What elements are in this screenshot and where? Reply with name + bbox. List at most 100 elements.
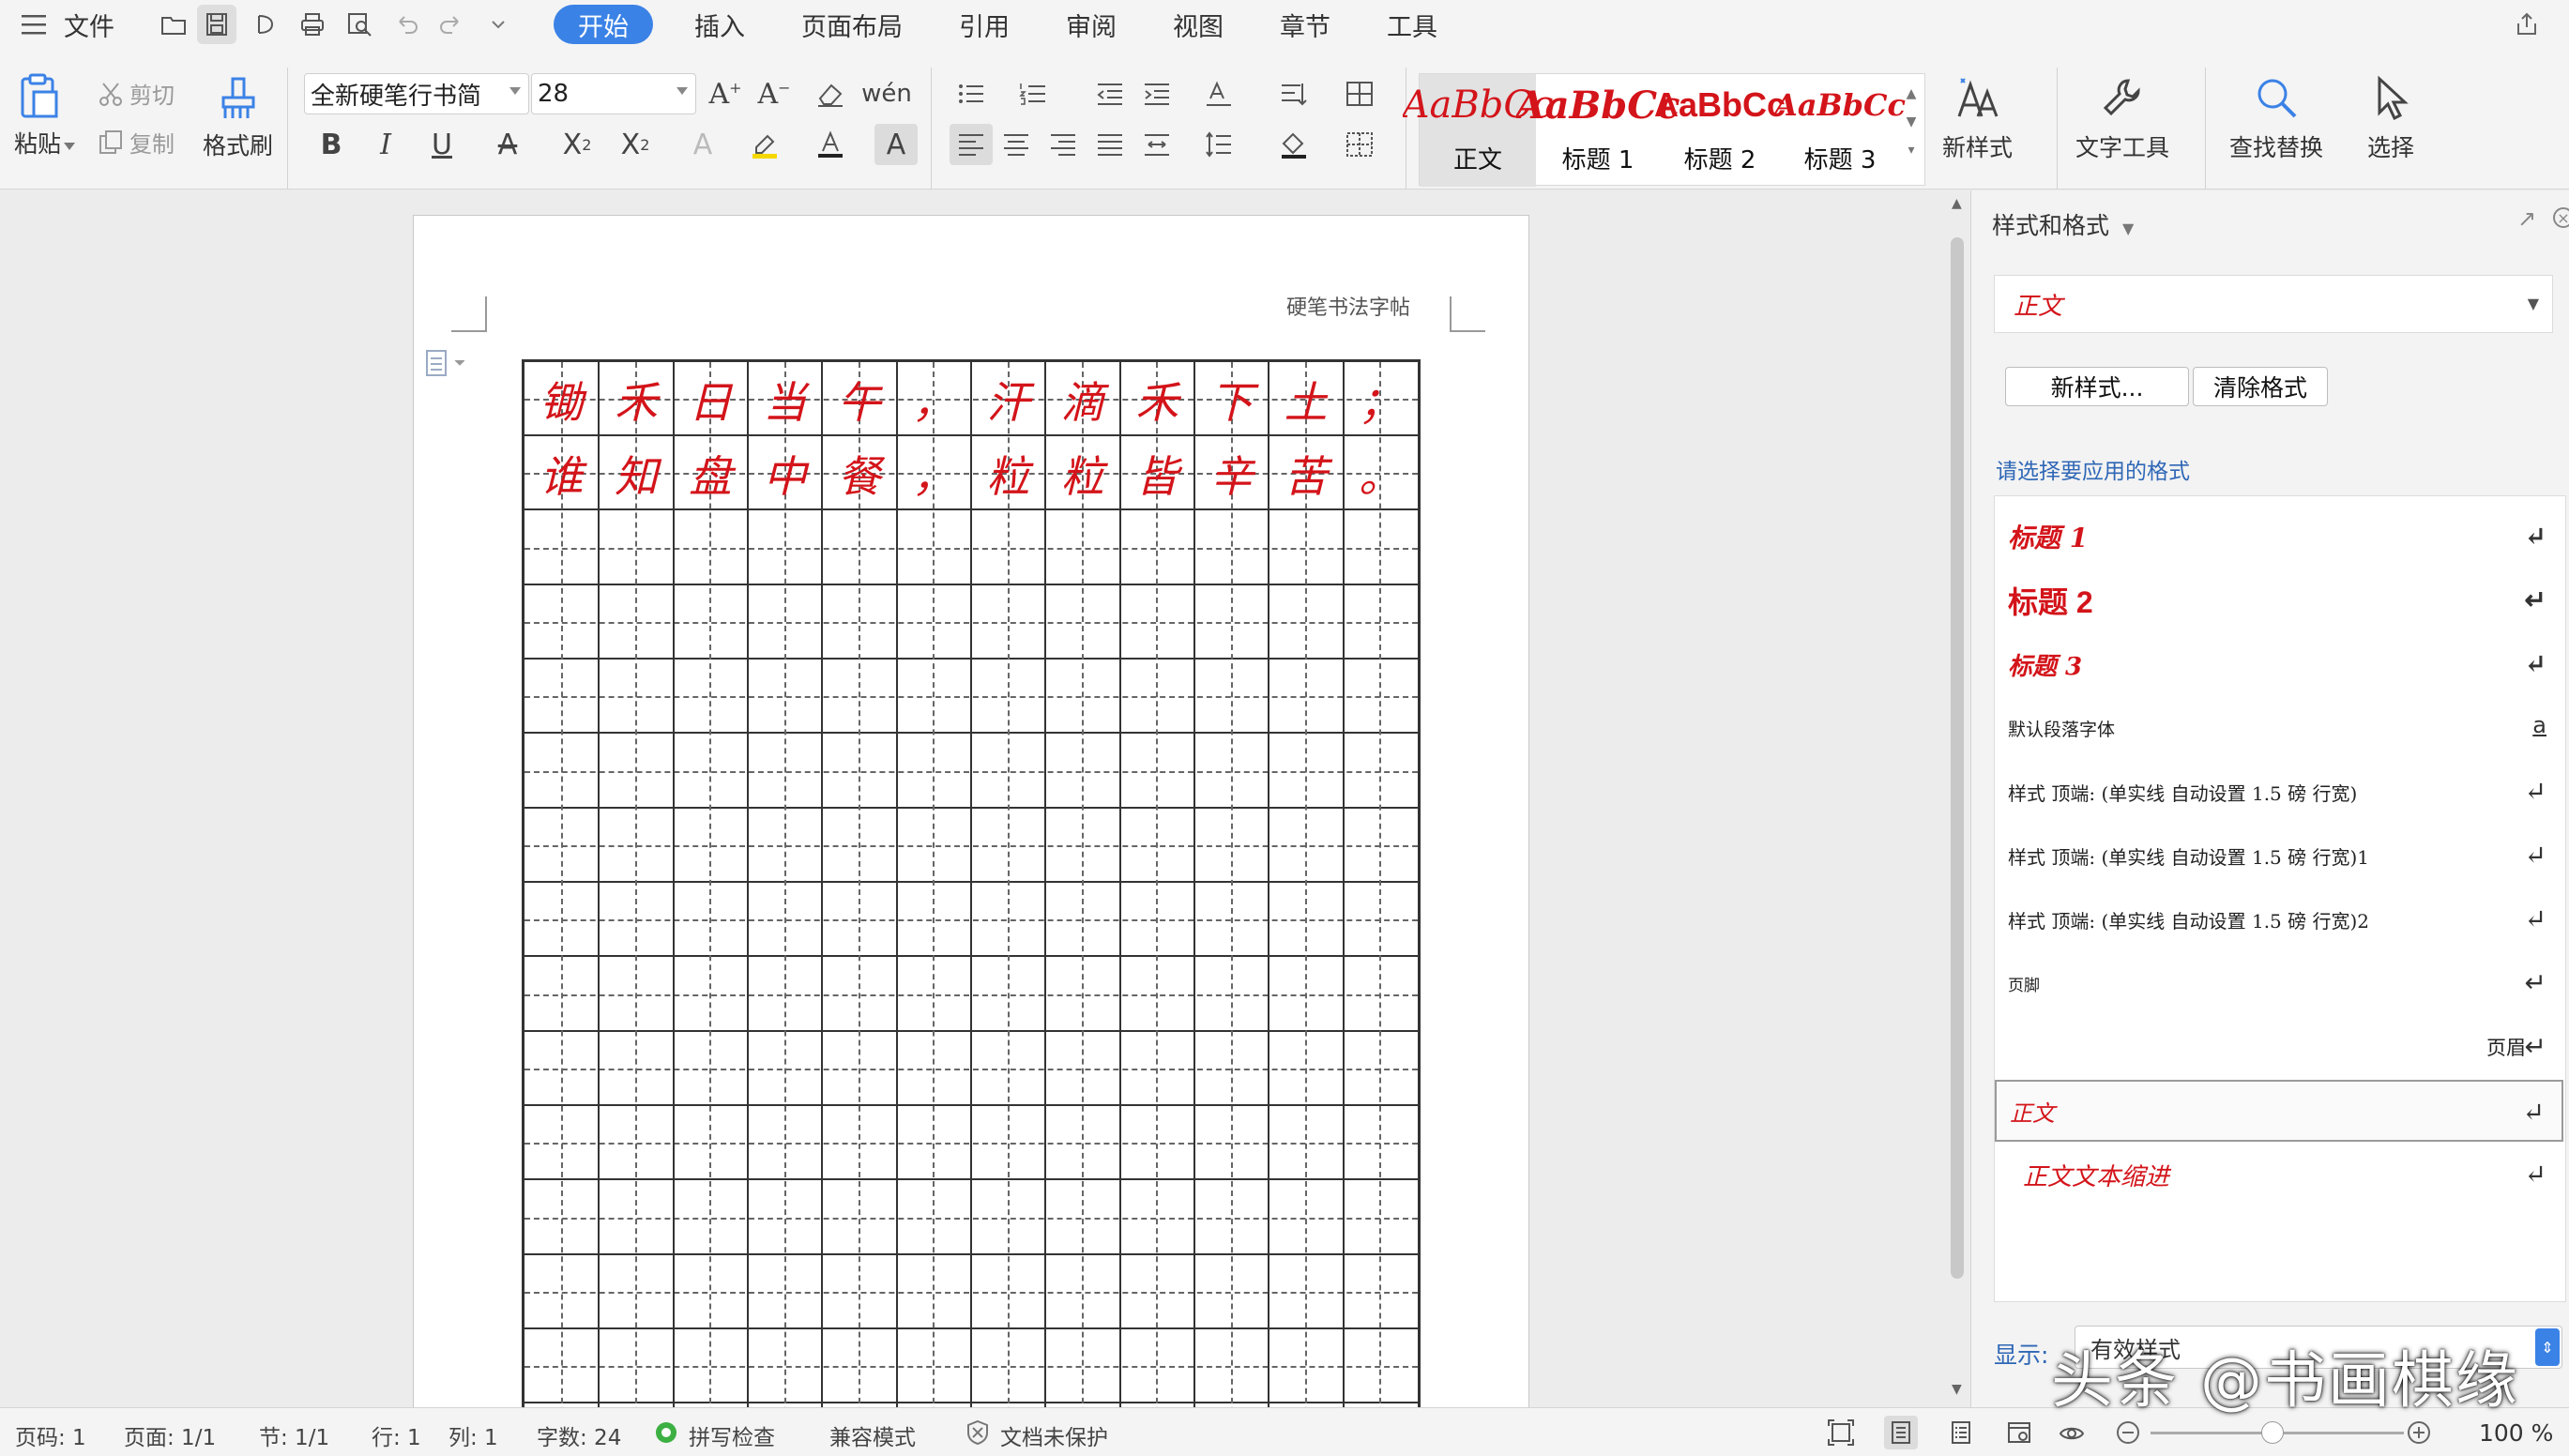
share-icon[interactable] (2507, 5, 2546, 44)
web-view-icon[interactable] (2002, 1416, 2036, 1449)
line-spacing-icon[interactable] (1197, 124, 1240, 165)
print-preview-icon[interactable] (340, 5, 379, 44)
paste-button[interactable]: 粘贴 (11, 69, 64, 159)
align-left-icon[interactable] (950, 124, 993, 165)
style-item-footer[interactable]: 页脚 ↵ (1995, 952, 2563, 1014)
zoom-level[interactable]: 100 % (2479, 1419, 2553, 1447)
increase-indent-icon[interactable] (1135, 73, 1178, 114)
document-area[interactable]: 硬笔书法字帖 锄禾日当午，汗滴禾下土；谁知盘中餐，粒粒皆辛苦。 (0, 190, 1940, 1407)
italic-icon[interactable]: I (364, 124, 407, 165)
tab-insert[interactable]: 插入 (670, 5, 769, 44)
clear-format-button[interactable]: 清除格式 (2193, 367, 2328, 406)
calligraphy-character[interactable]: 谁 (524, 436, 599, 510)
panel-title[interactable]: 样式和格式 ▼ (1992, 207, 2134, 241)
paste-dropdown-icon[interactable] (64, 143, 75, 150)
select-button[interactable]: 选择 (2364, 73, 2417, 163)
font-name-combo[interactable]: 全新硬笔行书简 (304, 73, 529, 114)
hamburger-menu-icon[interactable] (17, 4, 51, 45)
open-folder-icon[interactable] (154, 5, 193, 44)
zoom-in-icon[interactable] (2402, 1416, 2436, 1449)
scroll-up-icon[interactable]: ▲ (1952, 196, 1962, 211)
style-item-top-border-2[interactable]: 样式 顶端: (单实线 自动设置 1.5 磅 行宽)2 ↵ (1995, 888, 2563, 950)
tab-section[interactable]: 章节 (1255, 5, 1355, 44)
save-icon[interactable] (197, 5, 236, 44)
justify-icon[interactable] (1088, 124, 1132, 165)
numbered-list-icon[interactable] (1011, 73, 1055, 114)
zoom-out-icon[interactable] (2111, 1416, 2145, 1449)
text-effect-icon[interactable]: A (681, 124, 724, 165)
calligraphy-character[interactable]: 午 (822, 362, 896, 436)
superscript-icon[interactable]: X2 (555, 124, 599, 165)
strikethrough-icon[interactable]: A (486, 124, 529, 165)
tab-page-layout[interactable]: 页面布局 (777, 5, 927, 44)
gallery-style-heading1[interactable]: AaBbCc 标题 1 (1516, 74, 1680, 187)
stepper-icon[interactable]: ⇕ (2535, 1328, 2560, 1366)
calligraphy-character[interactable]: 日 (674, 362, 748, 436)
tab-home[interactable]: 开始 (554, 5, 653, 44)
style-item-heading1[interactable]: 标题 1 ↵ (1995, 506, 2563, 568)
distributed-align-icon[interactable] (1135, 124, 1178, 165)
outline-view-icon[interactable] (1944, 1416, 1978, 1449)
calligraphy-character[interactable]: 当 (748, 362, 822, 436)
borders-icon[interactable] (1338, 124, 1381, 165)
style-item-top-border-1[interactable]: 样式 顶端: (单实线 自动设置 1.5 磅 行宽)1 ↵ (1995, 825, 2563, 887)
decrease-indent-icon[interactable] (1088, 73, 1132, 114)
phonetic-guide-icon[interactable]: wén (861, 73, 912, 114)
undo-icon[interactable] (387, 5, 426, 44)
calligraphy-character[interactable]: ， (897, 436, 971, 510)
current-style-select[interactable]: 正文 ▼ (1994, 275, 2553, 333)
zoom-slider-thumb[interactable] (2261, 1421, 2284, 1444)
tab-view[interactable]: 视图 (1148, 5, 1248, 44)
calligraphy-character[interactable]: 知 (599, 436, 673, 510)
style-item-default-font[interactable]: 默认段落字体 a (1995, 697, 2563, 759)
redo-icon[interactable] (432, 5, 471, 44)
format-painter-button[interactable]: 格式刷 (203, 71, 273, 161)
align-right-icon[interactable] (1041, 124, 1085, 165)
subscript-icon[interactable]: X2 (614, 124, 657, 165)
copy-button[interactable]: 复制 (96, 126, 175, 159)
grow-font-icon[interactable]: A+ (704, 73, 747, 114)
style-item-top-border[interactable]: 样式 顶端: (单实线 自动设置 1.5 磅 行宽) ↵ (1995, 761, 2563, 823)
calligraphy-character[interactable]: 粒 (1045, 436, 1119, 510)
file-menu[interactable]: 文件 (64, 4, 114, 45)
gallery-scroll-arrows-icon[interactable]: ▲ ▼ ▾ (1902, 80, 1921, 164)
highlight-icon[interactable] (743, 124, 786, 165)
calligraphy-character[interactable]: 粒 (971, 436, 1045, 510)
document-page[interactable]: 硬笔书法字帖 锄禾日当午，汗滴禾下土；谁知盘中餐，粒粒皆辛苦。 (413, 215, 1529, 1407)
paragraph-menu-icon[interactable] (423, 347, 476, 385)
calligraphy-character[interactable]: 禾 (599, 362, 673, 436)
text-tools-button[interactable]: 文字工具 (2075, 73, 2169, 163)
style-item-heading3[interactable]: 标题 3 ↵ (1995, 633, 2563, 695)
close-icon[interactable]: × (2553, 207, 2569, 228)
status-word-count[interactable]: 字数: 24 (537, 1419, 621, 1451)
sort-icon[interactable] (1272, 73, 1315, 114)
print-icon[interactable] (293, 5, 332, 44)
find-replace-button[interactable]: 查找替换 (2229, 73, 2323, 163)
panel-float-icon[interactable]: ↗ (2517, 205, 2536, 232)
calligraphy-character[interactable]: 锄 (524, 362, 599, 436)
bullet-list-icon[interactable] (950, 73, 993, 114)
tab-references[interactable]: 引用 (935, 5, 1034, 44)
style-item-heading2[interactable]: 标题 2 ↵ (1995, 569, 2563, 631)
style-item-header[interactable]: 页眉 ↵ (1995, 1016, 2563, 1078)
scroll-down-icon[interactable]: ▼ (1952, 1382, 1962, 1397)
calligraphy-character[interactable]: ， (897, 362, 971, 436)
calligraphy-character[interactable]: ； (1344, 362, 1418, 436)
align-center-icon[interactable] (995, 124, 1038, 165)
font-size-combo[interactable]: 28 (531, 73, 696, 114)
calligraphy-character[interactable]: 下 (1194, 362, 1269, 436)
calligraphy-character[interactable]: 苦 (1269, 436, 1343, 510)
tab-review[interactable]: 审阅 (1041, 5, 1141, 44)
calligraphy-character[interactable]: 皆 (1120, 436, 1194, 510)
bold-icon[interactable]: B (310, 124, 353, 165)
output-icon[interactable] (246, 5, 285, 44)
calligraphy-character[interactable]: 滴 (1045, 362, 1119, 436)
new-style-panel-button[interactable]: 新样式... (2005, 367, 2189, 406)
calligraphy-character[interactable]: 。 (1344, 436, 1418, 510)
spell-check-button[interactable]: 拼写检查 (689, 1419, 775, 1451)
cut-button[interactable]: 剪切 (96, 77, 175, 110)
font-color-icon[interactable] (809, 124, 852, 165)
text-direction-icon[interactable] (1197, 73, 1240, 114)
underline-icon[interactable]: U (420, 124, 464, 165)
gallery-style-heading2[interactable]: AaBbCc 标题 2 (1654, 74, 1786, 187)
